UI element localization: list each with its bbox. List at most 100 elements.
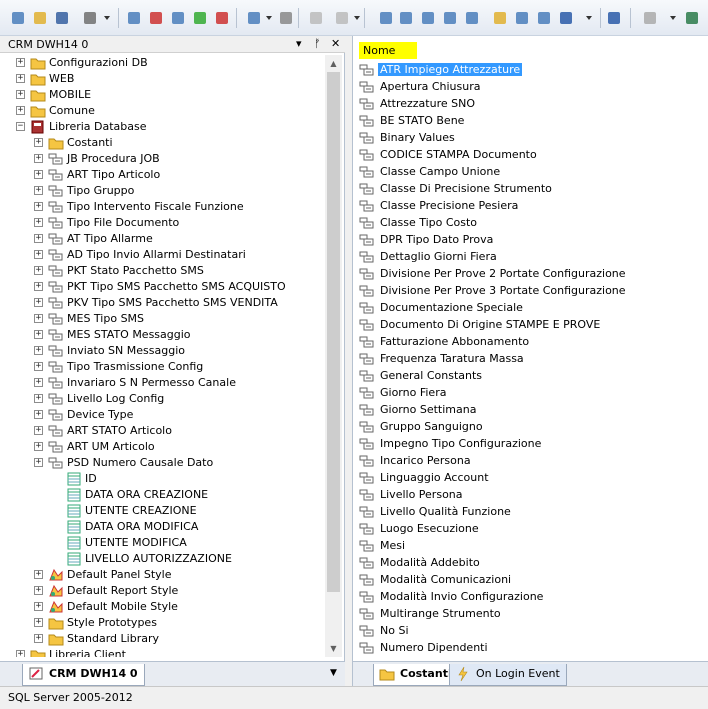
tree-item[interactable]: + Tipo Gruppo [0,183,325,199]
tree-item[interactable]: UTENTE CREAZIONE [0,503,325,519]
tree-item[interactable]: + Tipo Trasmissione Config [0,359,325,375]
expand-icon[interactable]: + [34,634,43,643]
tab-crm-dwh14[interactable]: CRM DWH14 0 [22,664,145,686]
chevron-down-icon[interactable] [354,16,360,20]
tree-item[interactable]: + PKT Stato Pacchetto SMS [0,263,325,279]
tree-item[interactable]: + MOBILE [0,87,325,103]
tree-item[interactable]: + Livello Log Config [0,391,325,407]
forward-icon[interactable] [682,8,702,28]
expand-icon[interactable]: + [34,442,43,451]
layout-rows-icon[interactable] [396,8,416,28]
expand-icon[interactable]: + [34,186,43,195]
help-icon[interactable] [604,8,624,28]
collapse-icon[interactable]: − [16,122,25,131]
expand-icon[interactable]: + [34,410,43,419]
tree-item[interactable]: ID [0,471,325,487]
chevron-down-icon[interactable] [104,16,110,20]
tree-item[interactable]: + Tipo File Documento [0,215,325,231]
expand-icon[interactable]: + [34,426,43,435]
tree-item[interactable]: + AD Tipo Invio Allarmi Destinatari [0,247,325,263]
tree-item[interactable]: + Libreria Client [0,647,325,657]
close-icon[interactable]: ✕ [331,37,340,50]
expand-icon[interactable]: + [34,154,43,163]
tools-icon[interactable] [80,8,100,28]
expand-icon[interactable]: + [16,90,25,99]
tree-item[interactable]: + ART STATO Articolo [0,423,325,439]
expand-icon[interactable]: + [34,282,43,291]
list-icon[interactable] [462,8,482,28]
expand-icon[interactable]: + [34,618,43,627]
tree-item[interactable]: + ART Tipo Articolo [0,167,325,183]
expand-icon[interactable]: + [34,458,43,467]
tree-item[interactable]: UTENTE MODIFICA [0,535,325,551]
tree-icon[interactable] [276,8,296,28]
copy-icon[interactable] [124,8,144,28]
tree-item[interactable]: + Device Type [0,407,325,423]
tree-item[interactable]: + Standard Library [0,631,325,647]
expand-icon[interactable]: + [34,394,43,403]
delete-icon[interactable] [146,8,166,28]
panel-menu-icon[interactable]: ▾ [296,37,302,50]
tree-item[interactable]: DATA ORA MODIFICA [0,519,325,535]
tree-item[interactable]: + Default Mobile Style [0,599,325,615]
scroll-up-icon[interactable]: ▲ [325,55,342,72]
tree-item[interactable]: + ART UM Articolo [0,439,325,455]
scroll-thumb[interactable] [327,72,340,592]
tree-item[interactable]: + Tipo Intervento Fiscale Funzione [0,199,325,215]
tab-costanti[interactable]: Costanti [373,664,459,686]
expand-icon[interactable]: + [34,218,43,227]
tree-item[interactable]: LIVELLO AUTORIZZAZIONE [0,551,325,567]
expand-icon[interactable]: + [34,298,43,307]
chevron-down-icon[interactable] [670,16,676,20]
tree-item[interactable]: DATA ORA CREAZIONE [0,487,325,503]
expand-icon[interactable]: + [16,58,25,67]
tab-dropdown-icon[interactable]: ▼ [330,668,337,678]
tree-item[interactable]: + PKV Tipo SMS Pacchetto SMS VENDITA [0,295,325,311]
sql-icon[interactable] [512,8,532,28]
expand-icon[interactable]: + [34,266,43,275]
chevron-down-icon[interactable] [586,16,592,20]
column-header-nome[interactable]: Nome [359,42,417,59]
expand-icon[interactable]: + [34,586,43,595]
find-icon[interactable] [244,8,264,28]
expand-icon[interactable]: + [34,170,43,179]
tree-item[interactable]: + PSD Numero Causale Dato [0,455,325,471]
tree-item[interactable]: + MES Tipo SMS [0,311,325,327]
tree-item[interactable]: + Costanti [0,135,325,151]
expand-icon[interactable]: + [34,570,43,579]
expand-icon[interactable]: + [34,330,43,339]
expand-icon[interactable]: + [34,250,43,259]
chevron-down-icon[interactable] [266,16,272,20]
tree-item[interactable]: + Default Report Style [0,583,325,599]
scroll-down-icon[interactable]: ▼ [325,640,342,657]
expand-icon[interactable]: + [34,602,43,611]
edit-icon[interactable] [168,8,188,28]
expand-icon[interactable]: + [16,106,25,115]
tree-item[interactable]: + Inviato SN Messaggio [0,343,325,359]
layout-icon[interactable] [376,8,396,28]
tab-on-login-event[interactable]: On Login Event [449,664,567,686]
undo-icon[interactable] [306,8,326,28]
cancel-icon[interactable] [212,8,232,28]
new-icon[interactable] [8,8,28,28]
tree-item[interactable]: − Libreria Database [0,119,325,135]
tree-item[interactable]: + Style Prototypes [0,615,325,631]
tree-item[interactable]: + Comune [0,103,325,119]
expand-icon[interactable]: + [16,74,25,83]
layout-cols-icon[interactable] [418,8,438,28]
refresh-icon[interactable] [534,8,554,28]
expand-icon[interactable]: + [34,362,43,371]
tree-item[interactable]: + AT Tipo Allarme [0,231,325,247]
expand-icon[interactable]: + [34,314,43,323]
grid-icon[interactable] [440,8,460,28]
tree-item[interactable]: + Configurazioni DB [0,55,325,71]
tree-item[interactable]: + Default Panel Style [0,567,325,583]
back-icon[interactable] [640,8,660,28]
redo-icon[interactable] [332,8,352,28]
expand-icon[interactable]: + [34,138,43,147]
tree-item[interactable]: + JB Procedura JOB [0,151,325,167]
expand-icon[interactable]: + [34,234,43,243]
tree-item[interactable]: + PKT Tipo SMS Pacchetto SMS ACQUISTO [0,279,325,295]
check-icon[interactable] [190,8,210,28]
tree-item[interactable]: + WEB [0,71,325,87]
